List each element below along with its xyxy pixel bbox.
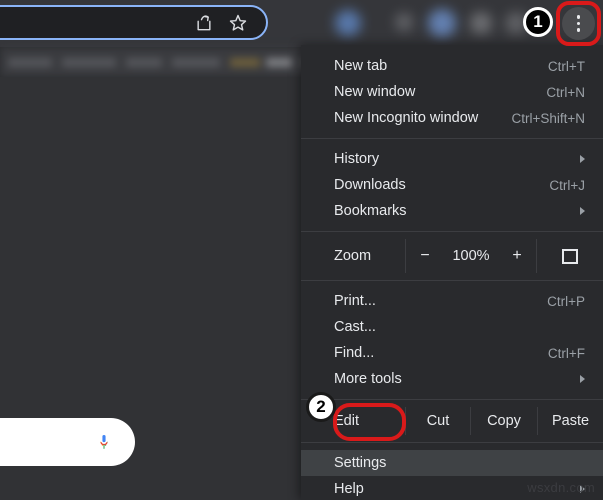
menu-dot	[576, 21, 581, 26]
edit-cut-button[interactable]: Cut	[406, 413, 470, 429]
menu-dot	[576, 15, 581, 19]
menu-item-label: History	[334, 151, 380, 167]
toolbar-icon-blob	[470, 12, 492, 34]
bookmark-chip	[126, 58, 162, 67]
menu-separator	[301, 138, 603, 139]
share-icon[interactable]	[194, 13, 214, 33]
menu-item-history[interactable]: History	[301, 146, 603, 172]
menu-item-find[interactable]: Find... Ctrl+F	[301, 340, 603, 366]
menu-item-label: New window	[334, 84, 416, 100]
bookmark-chip	[172, 58, 220, 67]
zoom-label: Zoom	[334, 248, 372, 264]
fullscreen-button[interactable]	[537, 248, 603, 264]
menu-item-label: Cast...	[334, 319, 376, 335]
menu-item-label: More tools	[334, 371, 402, 387]
zoom-percentage: 100%	[452, 248, 490, 264]
google-microphone-icon[interactable]	[95, 433, 113, 451]
edit-paste-button[interactable]: Paste	[538, 413, 603, 429]
zoom-controls: − 100% +	[406, 247, 536, 265]
menu-item-bookmarks[interactable]: Bookmarks	[301, 198, 603, 224]
menu-item-shortcut: Ctrl+J	[549, 177, 585, 193]
star-icon[interactable]	[228, 13, 248, 33]
three-dot-menu-icon[interactable]	[562, 7, 595, 40]
chevron-right-icon	[580, 207, 585, 215]
menu-item-settings[interactable]: Settings	[301, 450, 603, 476]
menu-separator	[301, 399, 603, 400]
chevron-right-icon	[580, 375, 585, 383]
zoom-in-button[interactable]: +	[509, 247, 525, 265]
toolbar-icon-blob	[428, 9, 456, 37]
google-search-box[interactable]	[0, 418, 135, 466]
annotation-badge-2: 2	[306, 392, 336, 422]
menu-item-shortcut: Ctrl+T	[547, 58, 585, 74]
menu-item-new-incognito-window[interactable]: New Incognito window Ctrl+Shift+N	[301, 105, 603, 131]
bookmark-chip	[266, 58, 292, 67]
menu-item-label: Print...	[334, 293, 376, 309]
toolbar-icon-blob	[335, 10, 361, 36]
address-bar[interactable]	[0, 5, 268, 40]
bookmark-chip	[8, 58, 52, 67]
bookmark-chip	[62, 58, 116, 67]
menu-item-label: Bookmarks	[334, 203, 407, 219]
menu-item-new-window[interactable]: New window Ctrl+N	[301, 79, 603, 105]
menu-item-shortcut: Ctrl+F	[547, 345, 585, 361]
menu-dot	[576, 28, 581, 32]
screenshot-root: New tab Ctrl+T New window Ctrl+N New Inc…	[0, 0, 603, 500]
menu-item-shortcut: Ctrl+N	[546, 84, 585, 100]
menu-item-label: Find...	[334, 345, 375, 361]
fullscreen-icon	[562, 248, 578, 264]
menu-item-shortcut: Ctrl+Shift+N	[511, 110, 585, 126]
menu-separator	[301, 442, 603, 443]
menu-item-print[interactable]: Print... Ctrl+P	[301, 288, 603, 314]
menu-separator	[301, 280, 603, 281]
menu-item-label: New Incognito window	[334, 110, 479, 126]
chrome-main-menu: New tab Ctrl+T New window Ctrl+N New Inc…	[301, 45, 603, 500]
watermark: wsxdn.com	[527, 480, 595, 495]
menu-top-spacer	[301, 45, 603, 53]
toolbar-icon-blob	[395, 13, 413, 31]
edit-copy-button[interactable]: Copy	[471, 413, 537, 429]
menu-edit-row: Edit Cut Copy Paste	[301, 407, 603, 435]
menu-item-label: Help	[334, 481, 364, 497]
zoom-out-button[interactable]: −	[417, 247, 433, 265]
annotation-badge-1: 1	[523, 7, 553, 37]
chevron-right-icon	[580, 155, 585, 163]
menu-item-shortcut: Ctrl+P	[547, 293, 585, 309]
menu-separator	[301, 231, 603, 232]
menu-zoom-row: Zoom − 100% +	[301, 239, 603, 273]
bookmark-chip	[230, 58, 260, 67]
menu-item-label: Downloads	[334, 177, 406, 193]
menu-item-new-tab[interactable]: New tab Ctrl+T	[301, 53, 603, 79]
menu-item-label: New tab	[334, 58, 388, 74]
menu-item-more-tools[interactable]: More tools	[301, 366, 603, 392]
menu-item-downloads[interactable]: Downloads Ctrl+J	[301, 172, 603, 198]
menu-item-label: Settings	[334, 455, 387, 471]
menu-item-cast[interactable]: Cast...	[301, 314, 603, 340]
